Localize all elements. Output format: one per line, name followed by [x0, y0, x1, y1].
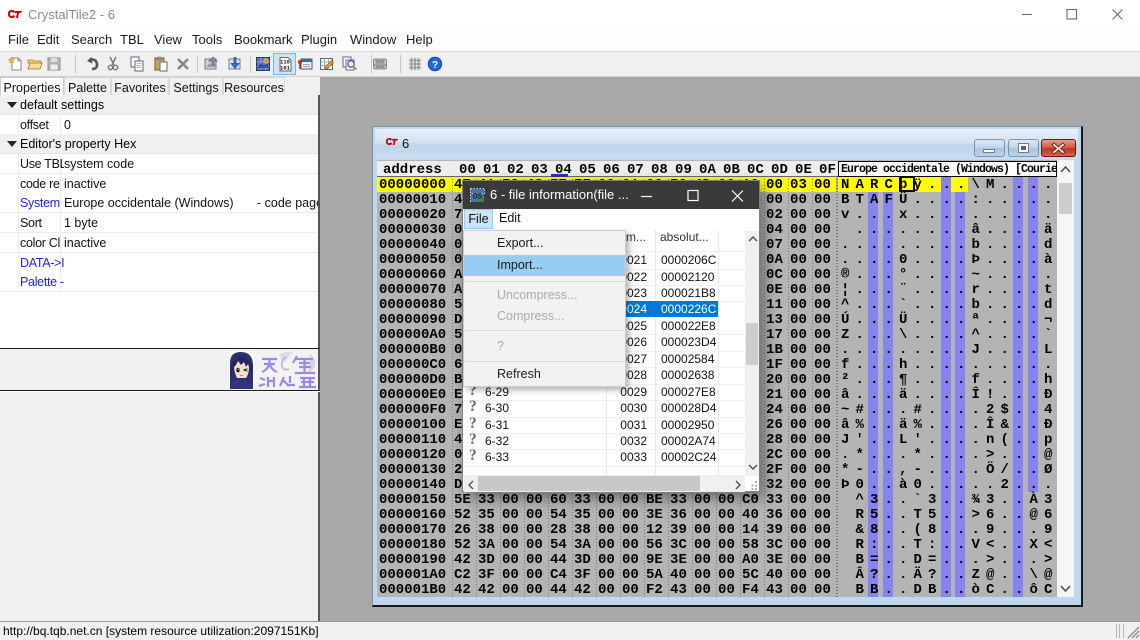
svg-text:DS: DS [473, 193, 483, 202]
svg-text:101: 101 [280, 65, 291, 72]
svg-text:?: ? [432, 60, 438, 71]
